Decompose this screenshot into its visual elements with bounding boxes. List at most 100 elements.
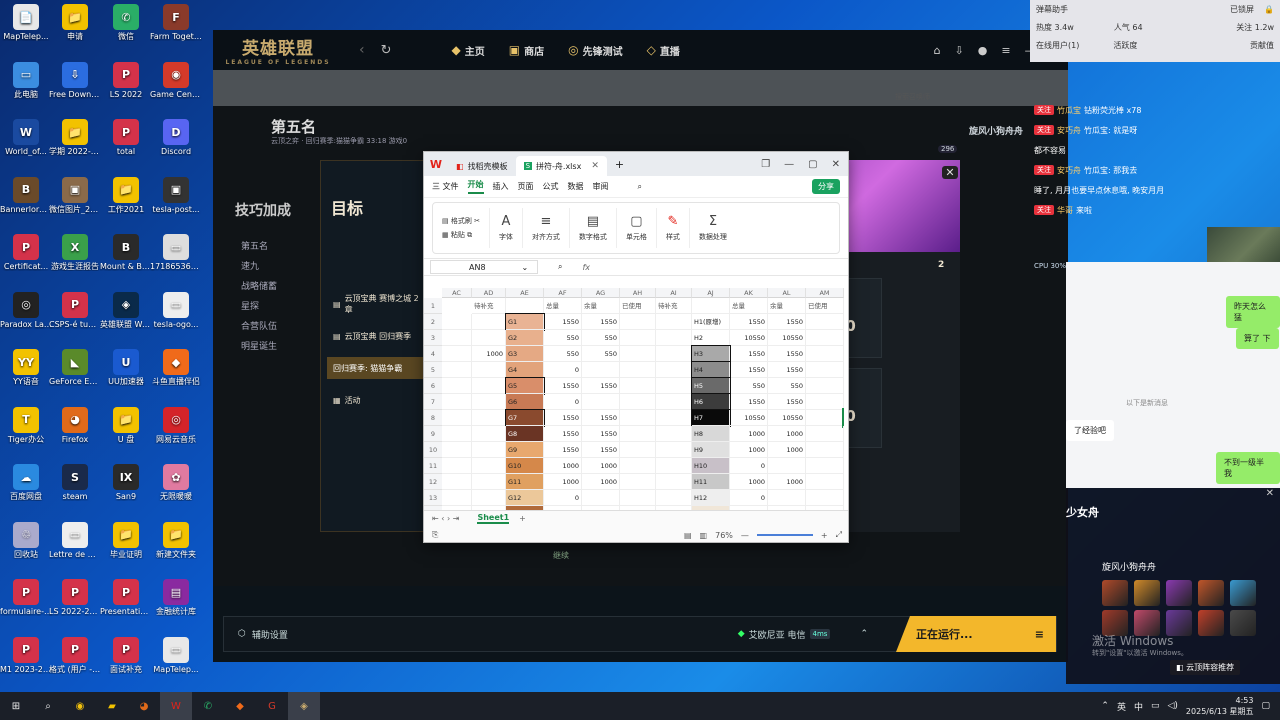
column-header[interactable]: AC (442, 288, 472, 298)
grid-cell[interactable] (620, 362, 656, 378)
grid-cell[interactable] (506, 298, 544, 314)
close-tab-icon[interactable]: ✕ (591, 161, 599, 171)
grid-cell[interactable]: H8 (692, 426, 730, 442)
search-icon[interactable]: ⌕ (638, 182, 642, 192)
grid-cell[interactable]: 1000 (730, 474, 768, 490)
grid-cell[interactable]: 1550 (768, 346, 806, 362)
grid-cell[interactable] (806, 362, 844, 378)
column-header[interactable]: AE (506, 288, 544, 298)
grid-cell[interactable]: 0 (544, 362, 582, 378)
menu-icon[interactable]: ≡ (1001, 44, 1010, 57)
desktop-icon[interactable]: ▭Lettre de motivation... (49, 521, 101, 559)
grid-cell[interactable] (806, 314, 844, 330)
grid-cell[interactable]: 1550 (768, 394, 806, 410)
grid-cell[interactable]: 1000 (582, 458, 620, 474)
align-button[interactable]: ≡ 对齐方式 (523, 208, 570, 248)
format-painter-button[interactable]: ▤ 格式刷 ✂ (442, 216, 480, 226)
grid-cell[interactable]: G3 (506, 346, 544, 362)
grid-cell[interactable]: 10550 (730, 410, 768, 426)
grid-cell[interactable] (768, 490, 806, 506)
grid-cell[interactable]: G8 (506, 426, 544, 442)
grid-cell[interactable]: 已使用 (806, 298, 844, 314)
grid-cell[interactable]: H7 (691, 409, 731, 427)
avatar-icon[interactable]: ● (978, 44, 988, 57)
lol-button[interactable]: ◈ (288, 692, 320, 720)
grid-cell[interactable]: 1550 (730, 346, 768, 362)
grid-cell[interactable] (806, 378, 844, 394)
menu-file[interactable]: 三 文件 (432, 181, 459, 192)
column-header[interactable]: AK (730, 288, 768, 298)
grid-cell[interactable]: 550 (768, 378, 806, 394)
row-header[interactable]: 6 (424, 378, 442, 394)
desktop-icon[interactable]: ✿ 无限暖暖 (150, 464, 202, 501)
grid-cell[interactable]: 余量 (768, 298, 806, 314)
row-header[interactable]: 12 (424, 474, 442, 490)
grid-cell[interactable] (472, 330, 506, 346)
desktop-icon[interactable]: 📁 U 盘 (100, 406, 152, 444)
fx-icon[interactable]: fx (582, 263, 590, 272)
grid-cell[interactable] (620, 378, 656, 394)
firefox-button[interactable]: ◕ (128, 692, 160, 720)
row-header[interactable]: 3 (424, 330, 442, 346)
grid-cell[interactable] (442, 458, 472, 474)
macro-icon[interactable]: ⎘ (432, 530, 438, 540)
grid-cell[interactable]: 1550 (582, 426, 620, 442)
grid-cell[interactable] (656, 394, 692, 410)
desktop-icon[interactable]: P LS 2022 (100, 61, 152, 99)
download-icon[interactable]: ⇩ (955, 44, 964, 57)
hero-portrait-icon[interactable] (1230, 610, 1256, 636)
desktop-icon[interactable]: ◆ 斗鱼直播伴侣 (150, 349, 202, 386)
grid-cell[interactable]: 550 (730, 378, 768, 394)
sheet-tab-1[interactable]: Sheet1 (477, 513, 510, 524)
desktop-icon[interactable]: P Certificat... (0, 234, 52, 271)
desktop-icon[interactable]: P格式 (用户 - Chrome (49, 636, 101, 674)
grid-cell[interactable] (442, 410, 472, 426)
grid-cell[interactable]: 0 (730, 490, 768, 506)
grid-cell[interactable]: G11 (506, 474, 544, 490)
grid-cell[interactable] (472, 314, 506, 330)
grid-cell[interactable] (472, 362, 506, 378)
first-sheet-icon[interactable]: ⇤ ‹ › ⇥ (432, 514, 459, 523)
grid-cell[interactable]: 1550 (582, 314, 620, 330)
grid-cell[interactable]: G5 (505, 377, 545, 395)
grid-cell[interactable]: G12 (506, 490, 544, 506)
row-header[interactable]: 11 (424, 458, 442, 474)
grid-cell[interactable] (582, 394, 620, 410)
row-header[interactable]: 13 (424, 490, 442, 506)
grid-cell[interactable] (656, 442, 692, 458)
column-header[interactable]: AG (582, 288, 620, 298)
refresh-icon[interactable]: ↻ (381, 43, 392, 58)
douyu-button[interactable]: ◆ (224, 692, 256, 720)
desktop-icon[interactable]: U UU加速器 (100, 349, 152, 386)
fullscreen-icon[interactable]: ⤢ (836, 530, 842, 540)
desktop-icon[interactable]: YY YY语音 (0, 349, 52, 386)
grid-cell[interactable] (472, 410, 506, 426)
grid-cell[interactable] (620, 346, 656, 362)
search-summoner-input[interactable]: 搜索召唤师 (895, 92, 930, 102)
grid-cell[interactable]: 1550 (544, 410, 582, 426)
desktop-icon[interactable]: ◈英雄联盟 WeGame版 (100, 291, 152, 329)
grid-cell[interactable] (472, 378, 506, 394)
desktop-icon[interactable]: ⇩ Free Downlo... (49, 61, 101, 99)
grid-cell[interactable] (806, 490, 844, 506)
menu-home[interactable]: 开始 (467, 179, 484, 194)
desktop-icon[interactable]: ▭ MapTelep... (150, 636, 202, 674)
grid-cell[interactable]: 1550 (730, 394, 768, 410)
desktop-icon[interactable]: ◣ GeForce Experience (49, 349, 101, 386)
new-tab-icon[interactable]: + (615, 158, 624, 171)
game-button[interactable]: G (256, 692, 288, 720)
grid-cell[interactable] (620, 330, 656, 346)
grid-cell[interactable] (620, 474, 656, 490)
grid-cell[interactable] (656, 426, 692, 442)
close-modal-icon[interactable]: ✕ (942, 166, 958, 179)
desktop-icon[interactable]: W World_of... (0, 119, 52, 156)
grid-cell[interactable] (472, 458, 506, 474)
grid-cell[interactable] (442, 394, 472, 410)
tab-template[interactable]: ◧ 找稻壳模板 (448, 156, 516, 176)
nav-pbe[interactable]: ◎ 先锋测试 (560, 43, 630, 58)
grid-cell[interactable]: 0 (730, 458, 768, 474)
desktop-icon[interactable]: 📁 学期 2022-2023 (49, 119, 101, 156)
grid-cell[interactable] (806, 442, 844, 458)
grid-cell[interactable]: 1550 (582, 410, 620, 426)
grid-cell[interactable]: 1000 (730, 442, 768, 458)
